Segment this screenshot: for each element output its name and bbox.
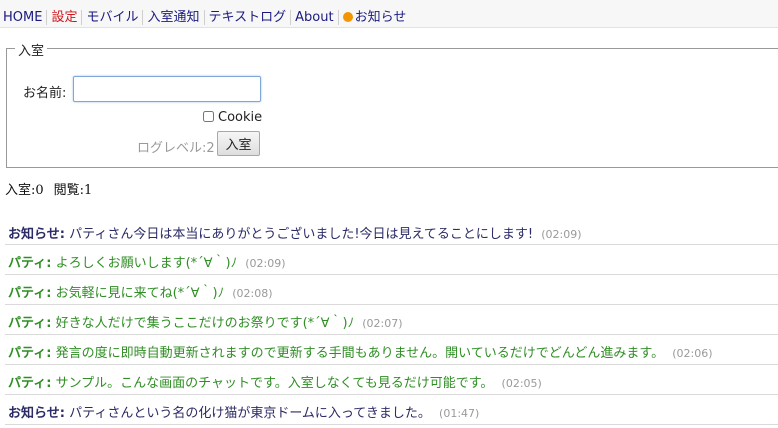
nav-notice-label: お知らせ	[354, 10, 407, 25]
message-row: パティ: 発言の度に即時自動更新されますので更新する手間もありません。開いている…	[5, 335, 778, 365]
message-text: 発言の度に即時自動更新されますので更新する手間もありません。開いているだけでどん…	[55, 346, 665, 361]
message-author: パティ:	[8, 346, 52, 361]
name-label: お名前:	[23, 86, 67, 101]
nav-settings[interactable]: 設定	[47, 10, 83, 25]
message-log: お知らせ: パティさん今日は本当にありがとうございました!今日は見えてることにし…	[5, 216, 778, 425]
nav-about[interactable]: About	[291, 10, 339, 25]
message-author: パティ:	[8, 256, 52, 271]
room-stats: 入室:0 閲覧:1	[5, 179, 102, 198]
message-text: お気軽に見に来てね(*´∀｀)ﾉ	[55, 286, 225, 301]
message-row: パティ: よろしくお願いします(*´∀｀)ﾉ (02:09)	[5, 245, 778, 275]
message-time: (02:05)	[501, 377, 542, 390]
nav-mobile[interactable]: モバイル	[82, 10, 144, 25]
message-text: よろしくお願いします(*´∀｀)ﾉ	[55, 256, 238, 271]
message-row: パティ: サンプル。こんな画面のチャットです。入室しなくても見るだけ可能です。 …	[5, 365, 778, 395]
nav-text-log[interactable]: テキストログ	[204, 10, 292, 25]
name-input[interactable]	[73, 76, 261, 102]
entry-legend: 入室	[15, 40, 48, 59]
message-time: (02:07)	[362, 317, 403, 330]
viewing-count: 閲覧:1	[53, 183, 93, 198]
message-author: パティ:	[8, 316, 52, 331]
message-time: (02:08)	[232, 287, 273, 300]
message-time: (02:09)	[541, 228, 582, 241]
nav-notice[interactable]: お知らせ	[339, 10, 411, 25]
cookie-label[interactable]: Cookie	[218, 110, 262, 125]
message-time: (02:06)	[672, 347, 713, 360]
message-author: お知らせ:	[8, 227, 65, 242]
nav-home[interactable]: HOME	[3, 10, 48, 25]
message-time: (01:47)	[439, 407, 480, 420]
message-row: お知らせ: パティさん今日は本当にありがとうございました!今日は見えてることにし…	[5, 216, 778, 245]
message-text: 好きな人だけで集うここだけのお祭りです(*´∀｀)ﾉ	[55, 316, 355, 331]
notice-dot-icon	[342, 12, 353, 22]
message-author: お知らせ:	[8, 406, 65, 421]
entry-fieldset: 入室 お名前: Cookie ログレベル:2 入室	[6, 40, 778, 168]
message-author: パティ:	[8, 376, 52, 391]
message-row: パティ: お気軽に見に来てね(*´∀｀)ﾉ (02:08)	[5, 275, 778, 305]
message-text: パティさんという名の化け猫が東京ドームに入ってきました。	[69, 406, 431, 421]
nav-entry-notification[interactable]: 入室通知	[143, 10, 205, 25]
message-author: パティ:	[8, 286, 52, 301]
message-text: サンプル。こんな画面のチャットです。入室しなくても見るだけ可能です。	[55, 376, 494, 391]
message-time: (02:09)	[245, 257, 286, 270]
message-row: お知らせ: パティさんという名の化け猫が東京ドームに入ってきました。 (01:4…	[5, 395, 778, 425]
enter-button[interactable]: 入室	[217, 131, 260, 156]
top-nav: HOME 設定 モバイル 入室通知 テキストログ About お知らせ	[0, 0, 778, 28]
entered-count: 入室:0	[5, 183, 44, 198]
cookie-checkbox[interactable]	[203, 111, 214, 122]
message-row: パティ: 好きな人だけで集うここだけのお祭りです(*´∀｀)ﾉ (02:07)	[5, 305, 778, 335]
message-text: パティさん今日は本当にありがとうございました!今日は見えてることにします!	[69, 227, 534, 242]
log-level-label: ログレベル:2	[137, 141, 215, 156]
